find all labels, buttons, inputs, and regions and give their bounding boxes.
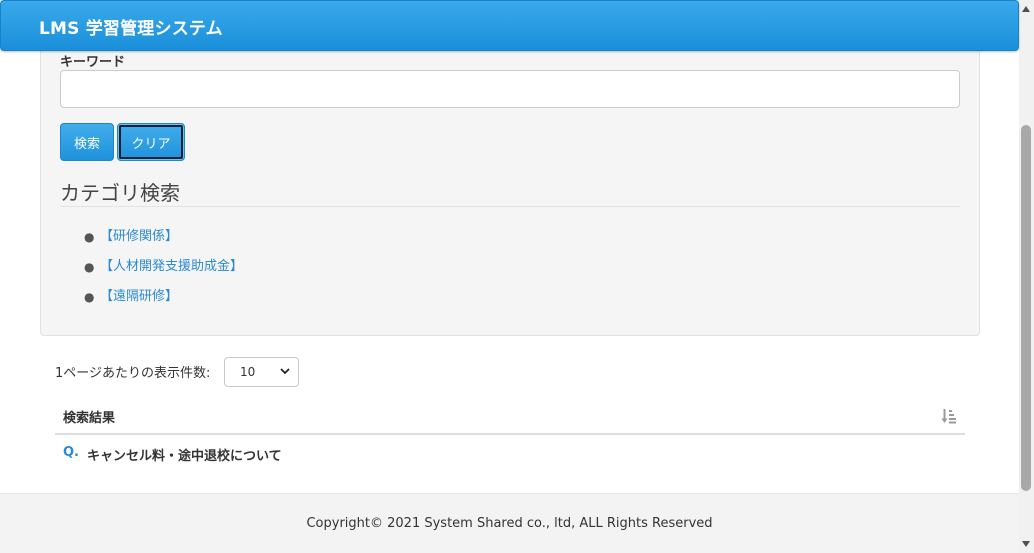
copyright-text: Copyright© 2021 System Shared co., ltd, … <box>306 516 713 531</box>
result-question-link[interactable]: キャンセル料・途中退校について <box>87 445 282 464</box>
question-prefix: Q. <box>63 445 79 460</box>
search-button[interactable]: 検索 <box>60 123 114 161</box>
footer: Copyright© 2021 System Shared co., ltd, … <box>0 493 1019 553</box>
category-divider <box>60 206 960 207</box>
app-header: LMS 学習管理システム <box>0 0 1019 51</box>
per-page-select[interactable]: 10 <box>224 357 299 387</box>
category-item: ● 【研修関係】 <box>84 226 243 256</box>
scroll-down-arrow-icon[interactable] <box>1022 541 1030 547</box>
chevron-down-icon <box>280 368 290 375</box>
bullet-icon: ● <box>84 230 95 244</box>
bullet-icon: ● <box>84 260 95 274</box>
category-link-remote-training[interactable]: 【遠隔研修】 <box>100 289 178 304</box>
results-header: 検索結果 <box>55 398 965 435</box>
per-page-label: 1ページあたりの表示件数: <box>55 366 211 381</box>
category-link-subsidy[interactable]: 【人材開発支援助成金】 <box>100 259 243 274</box>
vertical-scrollbar[interactable] <box>1019 0 1034 553</box>
app-title[interactable]: LMS 学習管理システム <box>39 14 223 39</box>
sort-amount-down-icon[interactable] <box>941 408 957 424</box>
per-page-value: 10 <box>240 365 256 379</box>
scroll-up-arrow-icon[interactable] <box>1022 6 1030 12</box>
category-item: ● 【遠隔研修】 <box>84 286 243 316</box>
keyword-input[interactable] <box>60 70 960 108</box>
category-search-heading: カテゴリ検索 <box>60 181 180 205</box>
scrollbar-thumb[interactable] <box>1021 125 1031 491</box>
keyword-label: キーワード <box>60 55 126 70</box>
result-row[interactable]: Q. キャンセル料・途中退校について <box>55 443 965 467</box>
category-item: ● 【人材開発支援助成金】 <box>84 256 243 286</box>
clear-button[interactable]: クリア <box>117 123 185 161</box>
category-link-training[interactable]: 【研修関係】 <box>100 229 178 244</box>
bullet-icon: ● <box>84 290 95 304</box>
page: キーワード 検索 クリア カテゴリ検索 ● 【研修関係】 ● 【人材開発支援助成… <box>0 0 1034 553</box>
category-list: ● 【研修関係】 ● 【人材開発支援助成金】 ● 【遠隔研修】 <box>84 226 243 316</box>
results-title: 検索結果 <box>63 411 116 426</box>
